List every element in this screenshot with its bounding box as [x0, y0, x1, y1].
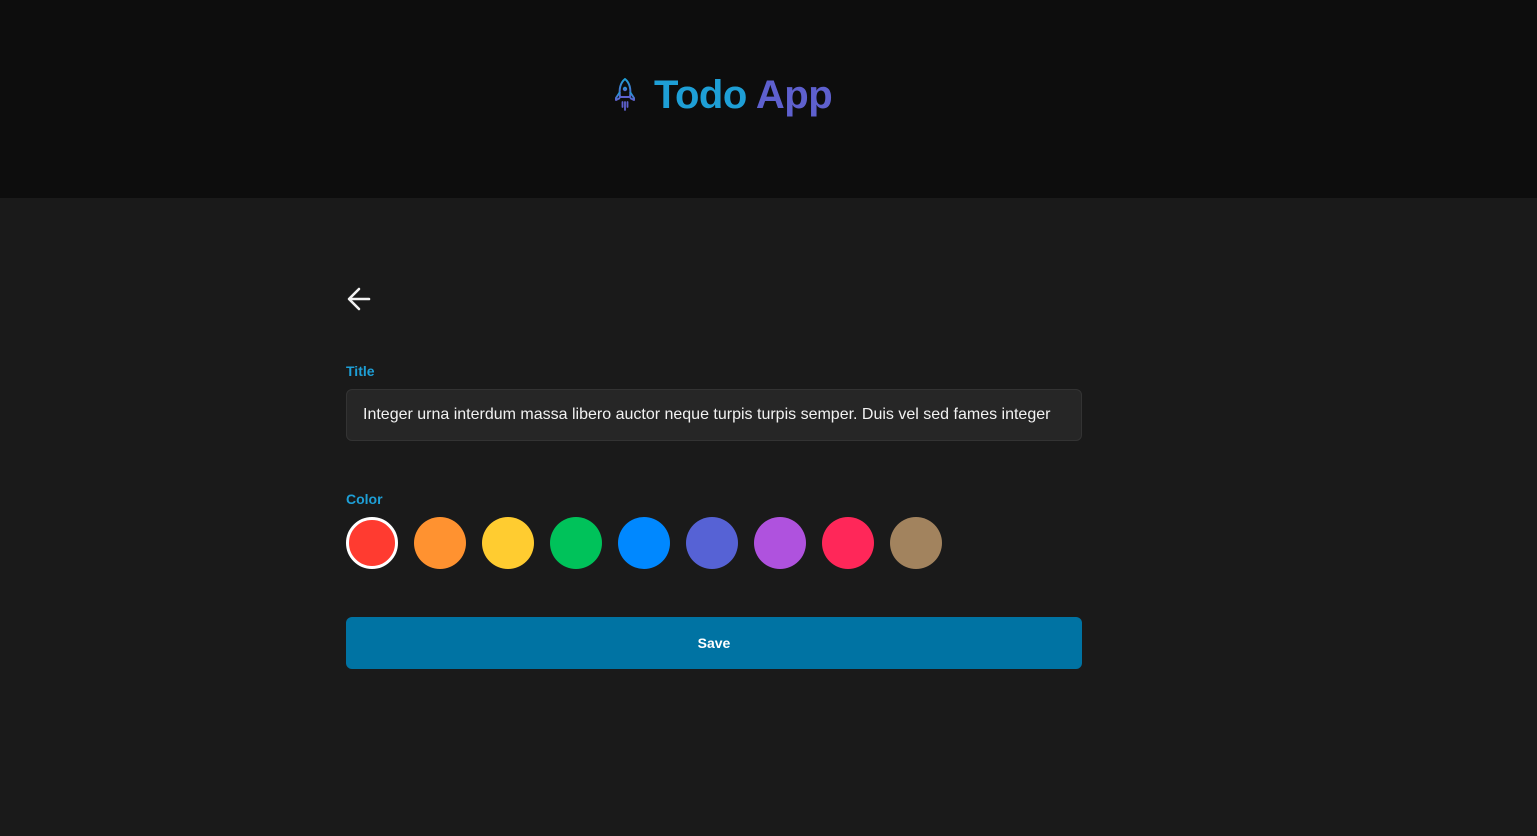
color-picker — [346, 517, 942, 569]
app-title: Todo App — [654, 72, 833, 118]
color-swatch[interactable] — [414, 517, 466, 569]
rocket-icon — [610, 75, 640, 115]
arrow-left-icon — [345, 285, 373, 318]
app-title-word1: Todo — [654, 73, 747, 117]
color-label: Color — [346, 491, 383, 507]
color-swatch[interactable] — [618, 517, 670, 569]
title-input[interactable] — [346, 389, 1082, 441]
color-swatch[interactable] — [890, 517, 942, 569]
color-swatch[interactable] — [550, 517, 602, 569]
title-label: Title — [346, 363, 375, 379]
brand: Todo App — [610, 72, 833, 118]
color-swatch[interactable] — [346, 517, 398, 569]
color-swatch[interactable] — [754, 517, 806, 569]
back-button[interactable] — [344, 286, 374, 316]
color-swatch[interactable] — [822, 517, 874, 569]
app-header: Todo App — [0, 0, 1537, 198]
color-swatch[interactable] — [482, 517, 534, 569]
app-title-word2: App — [755, 73, 833, 117]
color-swatch[interactable] — [686, 517, 738, 569]
save-button[interactable]: Save — [346, 617, 1082, 669]
